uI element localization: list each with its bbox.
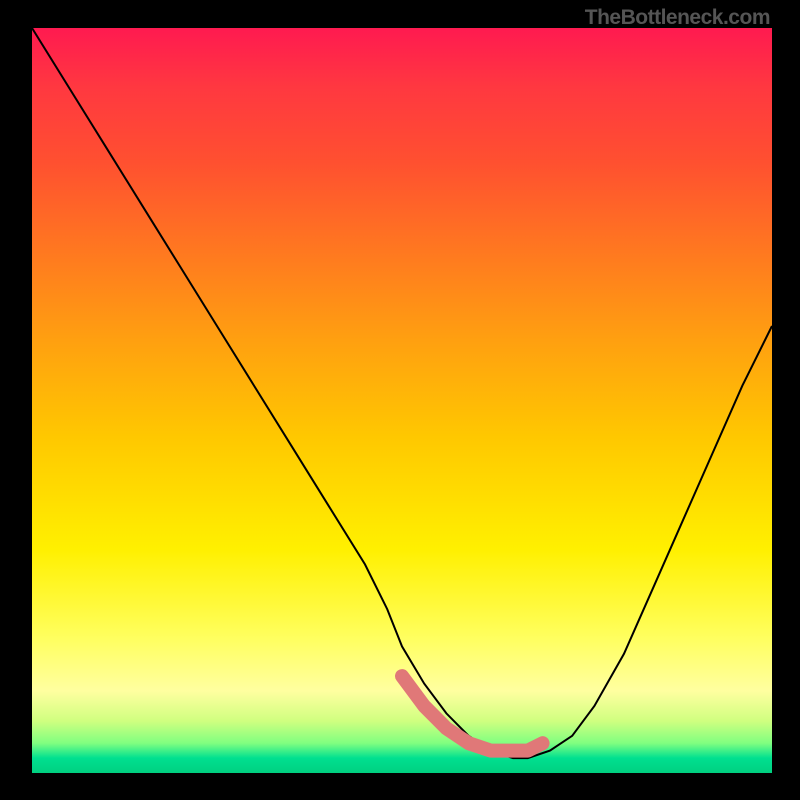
attribution-text: TheBottleneck.com (585, 6, 770, 30)
bottleneck-curve-line (32, 28, 772, 758)
chart-container: TheBottleneck.com (0, 0, 800, 800)
plot-area (32, 28, 772, 773)
optimal-range-marker (402, 676, 543, 751)
curve-layer (32, 28, 772, 773)
